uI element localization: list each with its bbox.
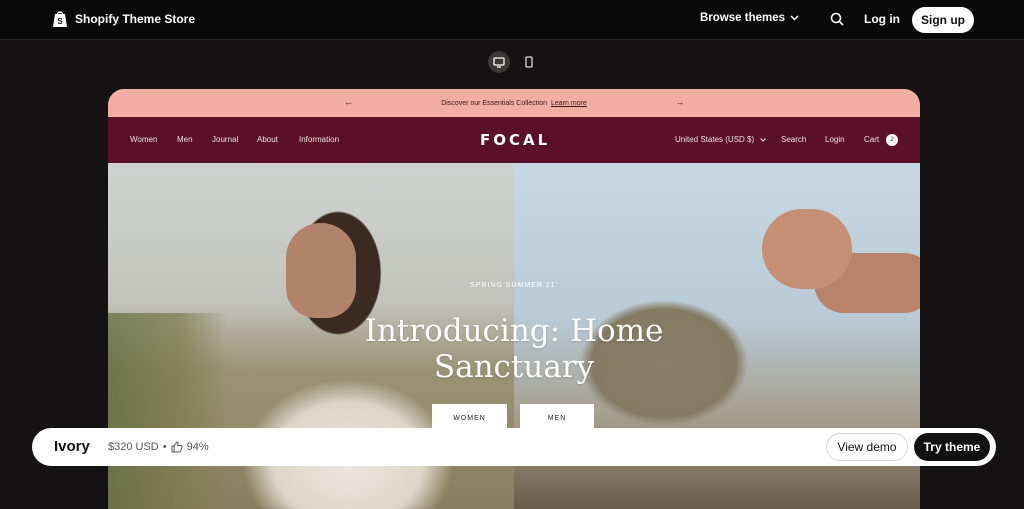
store-navigation: Women Men Journal About Information FOCA…: [108, 117, 920, 163]
country-selector[interactable]: United States (USD $): [675, 135, 767, 144]
store-search-link[interactable]: Search: [781, 135, 806, 144]
top-navigation: S Shopify Theme Store Browse themes Log …: [0, 0, 1024, 40]
mobile-icon: [525, 56, 533, 68]
hero-headline: Introducing: Home Sanctuary: [364, 313, 664, 385]
store-nav-women[interactable]: Women: [130, 135, 157, 144]
meta-separator: •: [162, 441, 167, 453]
store-login-link[interactable]: Login: [825, 135, 845, 144]
store-nav-information[interactable]: Information: [299, 135, 339, 144]
login-link[interactable]: Log in: [864, 12, 900, 26]
thumbs-up-icon: [171, 441, 183, 453]
store-logo[interactable]: FOCAL: [480, 131, 550, 149]
announcement-link[interactable]: Learn more: [551, 100, 587, 107]
announcement-text: Discover our Essentials Collection: [441, 99, 548, 107]
mobile-preview-toggle[interactable]: [518, 51, 540, 73]
announcement-message: Discover our Essentials Collection Learn…: [441, 100, 587, 107]
store-nav-journal[interactable]: Journal: [212, 135, 238, 144]
arrow-left-icon[interactable]: ←: [344, 97, 353, 107]
country-label: United States (USD $): [675, 135, 755, 144]
theme-name: Ivory: [54, 438, 90, 455]
shopify-bag-icon: S: [53, 11, 67, 27]
signup-button[interactable]: Sign up: [912, 7, 974, 33]
cart-count-badge: 2: [886, 134, 898, 146]
desktop-preview-toggle[interactable]: [488, 51, 510, 73]
theme-rating: 94%: [186, 441, 209, 453]
theme-price: $320 USD: [108, 441, 159, 453]
shopify-brand[interactable]: S Shopify Theme Store: [52, 10, 195, 28]
brand-name: Shopify Theme Store: [75, 12, 196, 26]
announcement-bar: ← Discover our Essentials Collection Lea…: [108, 89, 920, 117]
svg-text:S: S: [57, 17, 63, 26]
browse-themes-label: Browse themes: [700, 12, 786, 24]
store-cart-link[interactable]: Cart: [864, 135, 879, 144]
store-nav-men[interactable]: Men: [177, 135, 193, 144]
arrow-right-icon[interactable]: →: [675, 97, 684, 107]
search-icon: [830, 12, 844, 26]
chevron-down-icon: [760, 138, 767, 142]
hero-eyebrow: SPRING SUMMER 21': [470, 282, 558, 289]
try-theme-button[interactable]: Try theme: [914, 433, 990, 461]
store-nav-about[interactable]: About: [257, 135, 278, 144]
browse-themes-dropdown[interactable]: Browse themes: [700, 12, 799, 24]
desktop-icon: [493, 56, 505, 68]
theme-action-bar: Ivory $320 USD • 94% View demo Try theme: [32, 428, 996, 466]
chevron-down-icon: [790, 15, 799, 21]
theme-meta: $320 USD • 94%: [108, 441, 209, 453]
search-button[interactable]: [830, 12, 844, 31]
view-demo-button[interactable]: View demo: [826, 433, 908, 461]
